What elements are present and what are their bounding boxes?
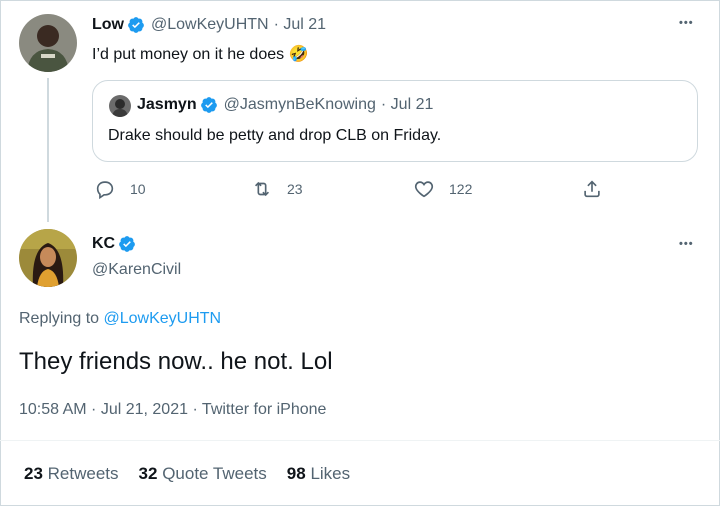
share-icon bbox=[584, 180, 600, 198]
verified-icon bbox=[200, 97, 217, 113]
reply-stats: 23 Retweets 32 Quote Tweets 98 Likes bbox=[24, 464, 370, 484]
quoted-header: Jasmyn @JasmynBeKnowing · Jul 21 bbox=[137, 96, 433, 114]
like-count: 122 bbox=[449, 181, 473, 197]
quoted-author-handle: @JasmynBeKnowing bbox=[223, 96, 376, 113]
quoted-tweet[interactable]: Jasmyn @JasmynBeKnowing · Jul 21 Drake s… bbox=[92, 80, 698, 162]
author-name[interactable]: Low bbox=[92, 16, 124, 34]
more-options-icon[interactable]: ••• bbox=[679, 238, 694, 250]
reply-header: KC bbox=[92, 235, 136, 253]
like-button[interactable]: 122 bbox=[413, 178, 472, 200]
quoted-author-name: Jasmyn bbox=[137, 96, 197, 113]
retweets-label: Retweets bbox=[47, 464, 119, 483]
verified-icon bbox=[128, 17, 144, 33]
thread-line bbox=[47, 78, 49, 222]
retweet-button[interactable]: 23 bbox=[251, 178, 303, 200]
author-handle[interactable]: @LowKeyUHTN bbox=[151, 16, 269, 34]
tweet-text: I’d put money on it he does bbox=[92, 46, 285, 63]
retweet-count: 23 bbox=[287, 181, 303, 197]
replying-to-link[interactable]: @LowKeyUHTN bbox=[104, 310, 222, 327]
reply-author-handle[interactable]: @KarenCivil bbox=[92, 261, 181, 279]
rofl-emoji: 🤣 bbox=[288, 46, 309, 63]
retweet-icon bbox=[254, 181, 270, 197]
replying-to-row: Replying to @LowKeyUHTN bbox=[19, 310, 221, 328]
replying-to-label: Replying to bbox=[19, 310, 100, 327]
retweets-stat[interactable]: 23 Retweets bbox=[24, 464, 119, 484]
quote-tweets-label: Quote Tweets bbox=[162, 464, 267, 483]
avatar-kc[interactable] bbox=[19, 229, 77, 287]
verified-icon bbox=[119, 236, 135, 252]
avatar-jasmyn[interactable] bbox=[109, 95, 131, 117]
reply-author-name[interactable]: KC bbox=[92, 235, 115, 253]
reply-count: 10 bbox=[130, 181, 146, 197]
quote-tweets-stat[interactable]: 32 Quote Tweets bbox=[139, 464, 267, 484]
more-options-icon[interactable]: ••• bbox=[679, 17, 694, 29]
likes-stat[interactable]: 98 Likes bbox=[287, 464, 350, 484]
reply-timestamp[interactable]: 10:58 AM · Jul 21, 2021 · Twitter for iP… bbox=[19, 401, 326, 419]
likes-label: Likes bbox=[310, 464, 351, 483]
quoted-date: · Jul 21 bbox=[380, 96, 434, 113]
tweet-date[interactable]: · Jul 21 bbox=[274, 16, 326, 34]
tweet-frame bbox=[0, 0, 720, 506]
quoted-text: Drake should be petty and drop CLB on Fr… bbox=[108, 127, 442, 144]
avatar-low[interactable] bbox=[19, 14, 77, 72]
share-button[interactable] bbox=[581, 178, 617, 200]
quote-tweets-count: 32 bbox=[138, 464, 158, 483]
reply-button[interactable]: 10 bbox=[94, 178, 146, 200]
heart-icon bbox=[414, 181, 434, 198]
reply-text: They friends now.. he not. Lol bbox=[19, 348, 333, 375]
tweet-text-row: I’d put money on it he does 🤣 bbox=[92, 44, 309, 64]
retweets-count: 23 bbox=[24, 464, 43, 483]
reply-icon bbox=[96, 181, 114, 200]
divider bbox=[0, 440, 720, 441]
tweet-header: Low @LowKeyUHTN · Jul 21 bbox=[92, 16, 326, 34]
likes-count: 98 bbox=[286, 464, 306, 483]
